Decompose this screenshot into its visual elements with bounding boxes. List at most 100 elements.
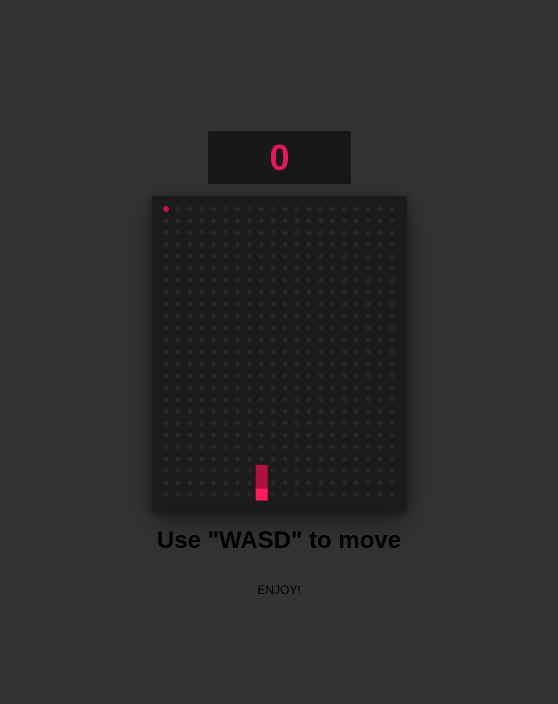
grid-cell: [294, 420, 300, 426]
grid-cell: [163, 242, 169, 248]
grid-cell: [270, 373, 276, 378]
grid-cell: [354, 432, 359, 438]
grid-cell: [258, 266, 264, 271]
grid-cell: [211, 373, 216, 378]
grid-cell: [342, 468, 347, 474]
grid-cell: [330, 242, 335, 248]
grid-cell: [306, 206, 312, 212]
grid-cell: [282, 230, 288, 236]
grid-cell: [330, 206, 335, 212]
grid-cell: [235, 492, 240, 497]
grid-cell: [282, 492, 288, 497]
grid-cell: [163, 218, 169, 224]
grid-cell: [199, 468, 205, 474]
grid-cell: [175, 480, 181, 486]
grid-cell: [306, 266, 312, 271]
grid-cell: [258, 230, 264, 236]
grid-cell: [365, 432, 371, 438]
grid-cell: [306, 254, 312, 259]
grid-cell: [294, 492, 300, 497]
grid-cell: [377, 325, 383, 331]
grid-cell: [282, 218, 288, 224]
grid-cell: [199, 278, 205, 283]
grid-cell: [187, 266, 193, 271]
grid-cell: [258, 278, 264, 283]
grid-cell: [258, 301, 264, 307]
grid-cell: [365, 230, 371, 236]
grid-cell: [342, 397, 347, 402]
grid-cell: [163, 289, 169, 295]
grid-cell: [377, 444, 383, 450]
grid-cell: [306, 361, 312, 367]
grid-cell: [330, 254, 335, 259]
grid-cell: [199, 349, 205, 355]
snake-body-segment: [255, 476, 268, 490]
grid-cell: [163, 278, 169, 283]
grid-cell: [318, 397, 324, 402]
grid-cell: [187, 432, 193, 438]
grid-cell: [246, 230, 252, 236]
grid-cell: [235, 361, 240, 367]
grid-cell: [294, 373, 300, 378]
grid-cell: [187, 206, 193, 212]
grid-cell: [294, 230, 300, 236]
grid-cell: [175, 289, 181, 295]
grid-cell: [306, 385, 312, 390]
grid-cell: [365, 444, 371, 450]
grid-cell: [342, 266, 347, 271]
grid-cell: [211, 313, 216, 319]
grid-cell: [365, 361, 371, 367]
grid-cell: [365, 385, 371, 390]
snake-head: [255, 488, 268, 501]
grid-cell: [246, 218, 252, 224]
grid-cell: [246, 254, 252, 259]
grid-cell: [223, 385, 228, 390]
grid-cell: [330, 289, 335, 295]
grid-cell: [389, 408, 395, 414]
grid-cell: [246, 206, 252, 212]
grid-cell: [223, 206, 228, 212]
grid-cell: [223, 349, 228, 355]
grid-cell: [223, 242, 228, 248]
grid-cell: [163, 468, 169, 474]
grid-cell: [318, 289, 324, 295]
grid-cell: [365, 480, 371, 486]
grid-cell: [318, 492, 324, 497]
grid-cell: [354, 230, 359, 236]
grid-cell: [223, 230, 228, 236]
grid-cell: [318, 444, 324, 450]
grid-cell: [199, 242, 205, 248]
grid-cell: [318, 278, 324, 283]
grid-cell: [365, 456, 371, 462]
grid-cell: [306, 456, 312, 462]
grid-cell: [235, 206, 240, 212]
grid-cell: [246, 289, 252, 295]
grid-cell: [199, 313, 205, 319]
grid-cell: [342, 313, 347, 319]
grid-cell: [258, 313, 264, 319]
grid-cell: [258, 254, 264, 259]
grid-cell: [365, 289, 371, 295]
grid-cell: [294, 289, 300, 295]
grid-cell: [223, 289, 228, 295]
grid-cell: [163, 385, 169, 390]
grid-cell: [282, 349, 288, 355]
grid-cell: [365, 278, 371, 283]
grid-cell: [270, 325, 276, 331]
grid-cell: [246, 337, 252, 343]
grid-cell: [342, 361, 347, 367]
grid-cell: [318, 230, 324, 236]
grid-cell: [282, 444, 288, 450]
grid-cell: [282, 468, 288, 474]
grid-cell: [330, 397, 335, 402]
game-board[interactable]: [152, 196, 407, 511]
grid-cell: [235, 266, 240, 271]
grid-cell: [354, 397, 359, 402]
grid-cell: [389, 373, 395, 378]
grid-cell: [306, 242, 312, 248]
grid-cell: [342, 492, 347, 497]
grid-cell: [306, 337, 312, 343]
grid-cell: [354, 361, 359, 367]
grid-cell: [354, 266, 359, 271]
grid-cell: [199, 254, 205, 259]
